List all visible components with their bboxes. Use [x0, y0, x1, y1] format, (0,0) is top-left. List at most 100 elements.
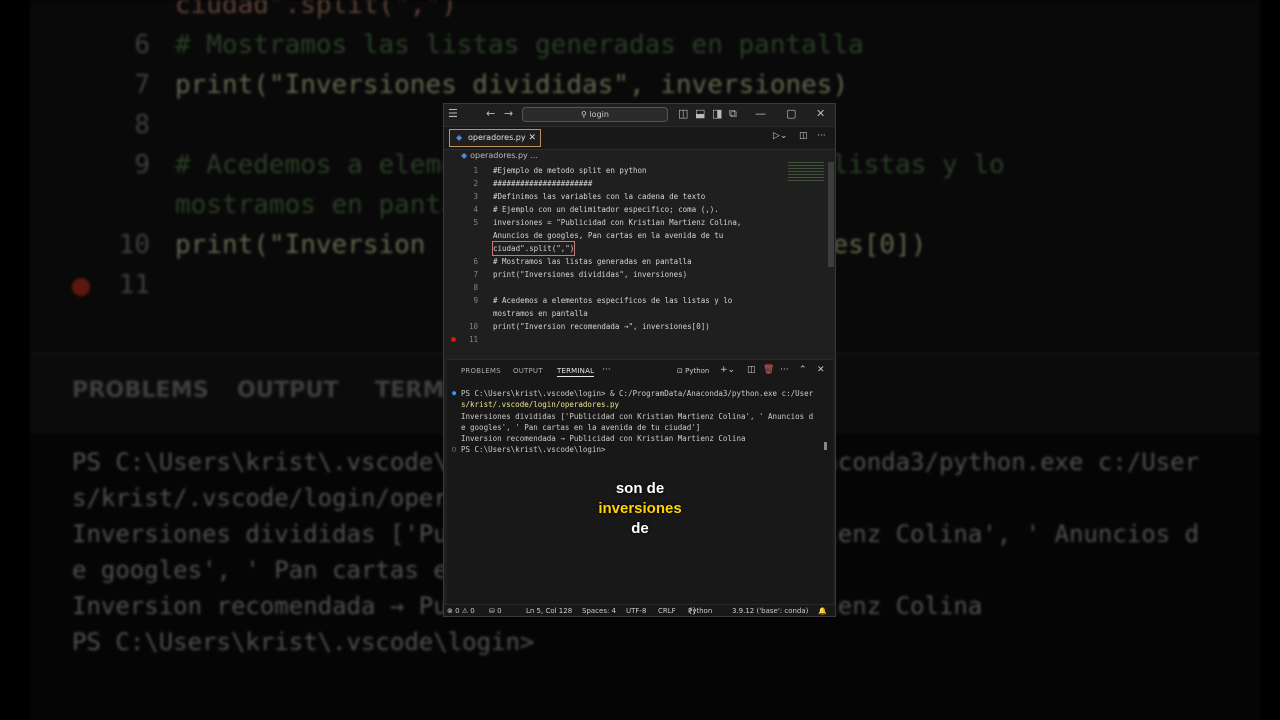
- code-text: #Definimos las variables con la cadena d…: [493, 192, 706, 201]
- close-tab-icon[interactable]: ✕: [528, 130, 536, 146]
- new-terminal-icon[interactable]: +⌄: [720, 365, 735, 375]
- caption-line: son de: [615, 480, 665, 497]
- back-arrow-icon[interactable]: ←: [486, 107, 495, 121]
- code-line: 4 # Ejemplo con un delimitador especific…: [444, 203, 829, 216]
- status-cursor-position[interactable]: Ln 5, Col 128: [526, 605, 572, 616]
- bg-code-line: # Mostramos las listas generadas en pant…: [175, 30, 864, 60]
- breadcrumb-more[interactable]: ...: [530, 151, 538, 160]
- code-text: ciudad".split(","): [491, 241, 576, 256]
- toggle-secondary-sidebar-icon[interactable]: ◨: [712, 107, 722, 121]
- line-number: 7: [473, 270, 478, 279]
- terminal-line: ● PS C:\Users\krist\.vscode\login> & C:/P…: [452, 389, 814, 398]
- code-line: 3 #Definimos las variables con la cadena…: [444, 190, 829, 203]
- tab-operadores[interactable]: ◆ operadores.py ✕: [449, 129, 541, 147]
- code-line: 1 #Ejemplo de metodo split en python: [444, 164, 829, 177]
- menu-icon[interactable]: ☰: [448, 107, 458, 121]
- minimize-icon[interactable]: —: [755, 107, 766, 121]
- code-line: 8: [444, 281, 829, 294]
- code-line: 10 print("Inversion recomendada →", inve…: [444, 320, 829, 333]
- more-actions-icon[interactable]: ···: [817, 131, 826, 141]
- code-text: mostramos en pantalla: [493, 309, 588, 318]
- tab-output[interactable]: OUTPUT: [513, 367, 543, 375]
- bg-line-number: 11: [118, 270, 150, 300]
- line-number: 8: [473, 283, 478, 292]
- tab-problems[interactable]: PROBLEMS: [461, 367, 501, 375]
- line-number: 9: [473, 296, 478, 305]
- terminal-line: e googles', ' Pan cartas en la avenida d…: [461, 422, 701, 432]
- terminal-line: Inversion recomendada → Publicidad con K…: [461, 434, 746, 444]
- breadcrumb-file[interactable]: operadores.py: [470, 151, 528, 160]
- notifications-icon[interactable]: 🔔: [818, 605, 827, 616]
- breadcrumb: ◆ operadores.py ...: [461, 151, 538, 160]
- terminal-shell-selector[interactable]: ⊡ Python: [677, 367, 709, 375]
- caption-line: de: [631, 520, 649, 537]
- trash-icon[interactable]: 🗑: [763, 365, 774, 375]
- code-line: mostramos en pantalla: [444, 307, 829, 320]
- terminal-scrollbar[interactable]: [824, 442, 827, 450]
- code-text: Anuncios de googles, Pan cartas en la av…: [493, 231, 724, 240]
- command-success-icon: ●: [452, 389, 457, 397]
- status-encoding[interactable]: UTF-8: [626, 605, 646, 616]
- line-number: 5: [473, 218, 478, 227]
- toggle-panel-icon[interactable]: ⬓: [695, 107, 705, 121]
- code-line: 7 print("Inversiones divididas", inversi…: [444, 268, 829, 281]
- maximize-icon[interactable]: ▢: [786, 107, 796, 121]
- caption-highlight: inversiones: [598, 500, 682, 517]
- code-text: inversiones = "Publicidad con Kristian M…: [493, 218, 742, 227]
- bg-line-number: 8: [134, 110, 150, 140]
- panel-more-icon[interactable]: ···: [602, 365, 611, 375]
- code-line: 6 # Mostramos las listas generadas en pa…: [444, 255, 829, 268]
- terminal-prompt: ○ PS C:\Users\krist\.vscode\login>: [452, 445, 606, 455]
- terminal-icon: ⊡: [677, 367, 686, 375]
- code-text: # Ejemplo con un delimitador especifico;…: [493, 205, 719, 214]
- split-editor-icon[interactable]: ◫: [799, 131, 808, 141]
- bg-line-number: 10: [118, 230, 150, 260]
- line-number: 4: [473, 205, 478, 214]
- vscode-window: ☰ ← → ⚲ login ◫ ⬓ ◨ ⧉ — ▢ ✕ ◆ operadores…: [443, 103, 836, 617]
- code-text: #Ejemplo de metodo split en python: [493, 166, 647, 175]
- forward-arrow-icon[interactable]: →: [504, 107, 513, 121]
- run-icon[interactable]: ▷⌄: [773, 131, 787, 141]
- editor-tabs: ◆ operadores.py ✕ ▷⌄ ◫ ···: [444, 127, 835, 150]
- status-problems[interactable]: ⊗ 0 ⚠ 0: [447, 605, 475, 616]
- command-center-search[interactable]: ⚲ login: [522, 107, 668, 122]
- bg-code-line: print("Inversiones divididas", inversion…: [175, 70, 849, 100]
- bg-breakpoint-icon: [72, 278, 90, 296]
- code-line-current: ciudad".split(","): [444, 241, 829, 256]
- tab-label: operadores.py: [468, 133, 526, 142]
- code-line: 5 inversiones = "Publicidad con Kristian…: [444, 216, 829, 229]
- close-panel-icon[interactable]: ✕: [817, 365, 825, 375]
- status-indentation[interactable]: Spaces: 4: [582, 605, 616, 616]
- line-number: 2: [473, 179, 478, 188]
- split-terminal-icon[interactable]: ◫: [747, 365, 756, 375]
- command-idle-icon: ○: [452, 445, 457, 454]
- bg-line-number: 9: [134, 150, 150, 180]
- code-editor[interactable]: 1 #Ejemplo de metodo split en python 2 #…: [444, 162, 835, 357]
- terminal-line: s/krist/.vscode/login/operadores.py: [461, 400, 620, 410]
- status-eol[interactable]: CRLF: [658, 605, 676, 616]
- terminal-output[interactable]: ● PS C:\Users\krist\.vscode\login> & C:/P…: [452, 388, 827, 456]
- line-number: 3: [473, 192, 478, 201]
- code-line: 9 # Acedemos a elementos especificos de …: [444, 294, 829, 307]
- bg-code-top: ciudad".split(","): [175, 0, 457, 20]
- close-window-icon[interactable]: ✕: [816, 107, 825, 121]
- status-ports[interactable]: ⛁ 0: [489, 605, 502, 616]
- tab-terminal[interactable]: TERMINAL: [557, 367, 595, 377]
- code-text: # Acedemos a elementos especificos de la…: [493, 296, 733, 305]
- python-file-icon: ◆: [456, 133, 463, 142]
- maximize-panel-icon[interactable]: ⌃: [799, 365, 807, 375]
- status-interpreter[interactable]: 3.9.12 ('base': conda): [732, 605, 808, 616]
- code-line: 2 ######################: [444, 177, 829, 190]
- shell-label: Python: [685, 367, 710, 375]
- search-label: login: [589, 110, 609, 119]
- customize-layout-icon[interactable]: ⧉: [729, 107, 737, 121]
- toggle-sidebar-icon[interactable]: ◫: [678, 107, 688, 121]
- code-text: print("Inversiones divididas", inversion…: [493, 270, 688, 279]
- line-number: 6: [473, 257, 478, 266]
- terminal-more-icon[interactable]: ···: [780, 365, 789, 375]
- python-file-icon: ◆: [461, 151, 468, 160]
- line-number: 1: [473, 166, 478, 175]
- bg-panel-tab: PROBLEMS: [72, 378, 209, 403]
- code-text: print("Inversion recomendada →", inversi…: [493, 322, 710, 331]
- code-line: Anuncios de googles, Pan cartas en la av…: [444, 229, 829, 242]
